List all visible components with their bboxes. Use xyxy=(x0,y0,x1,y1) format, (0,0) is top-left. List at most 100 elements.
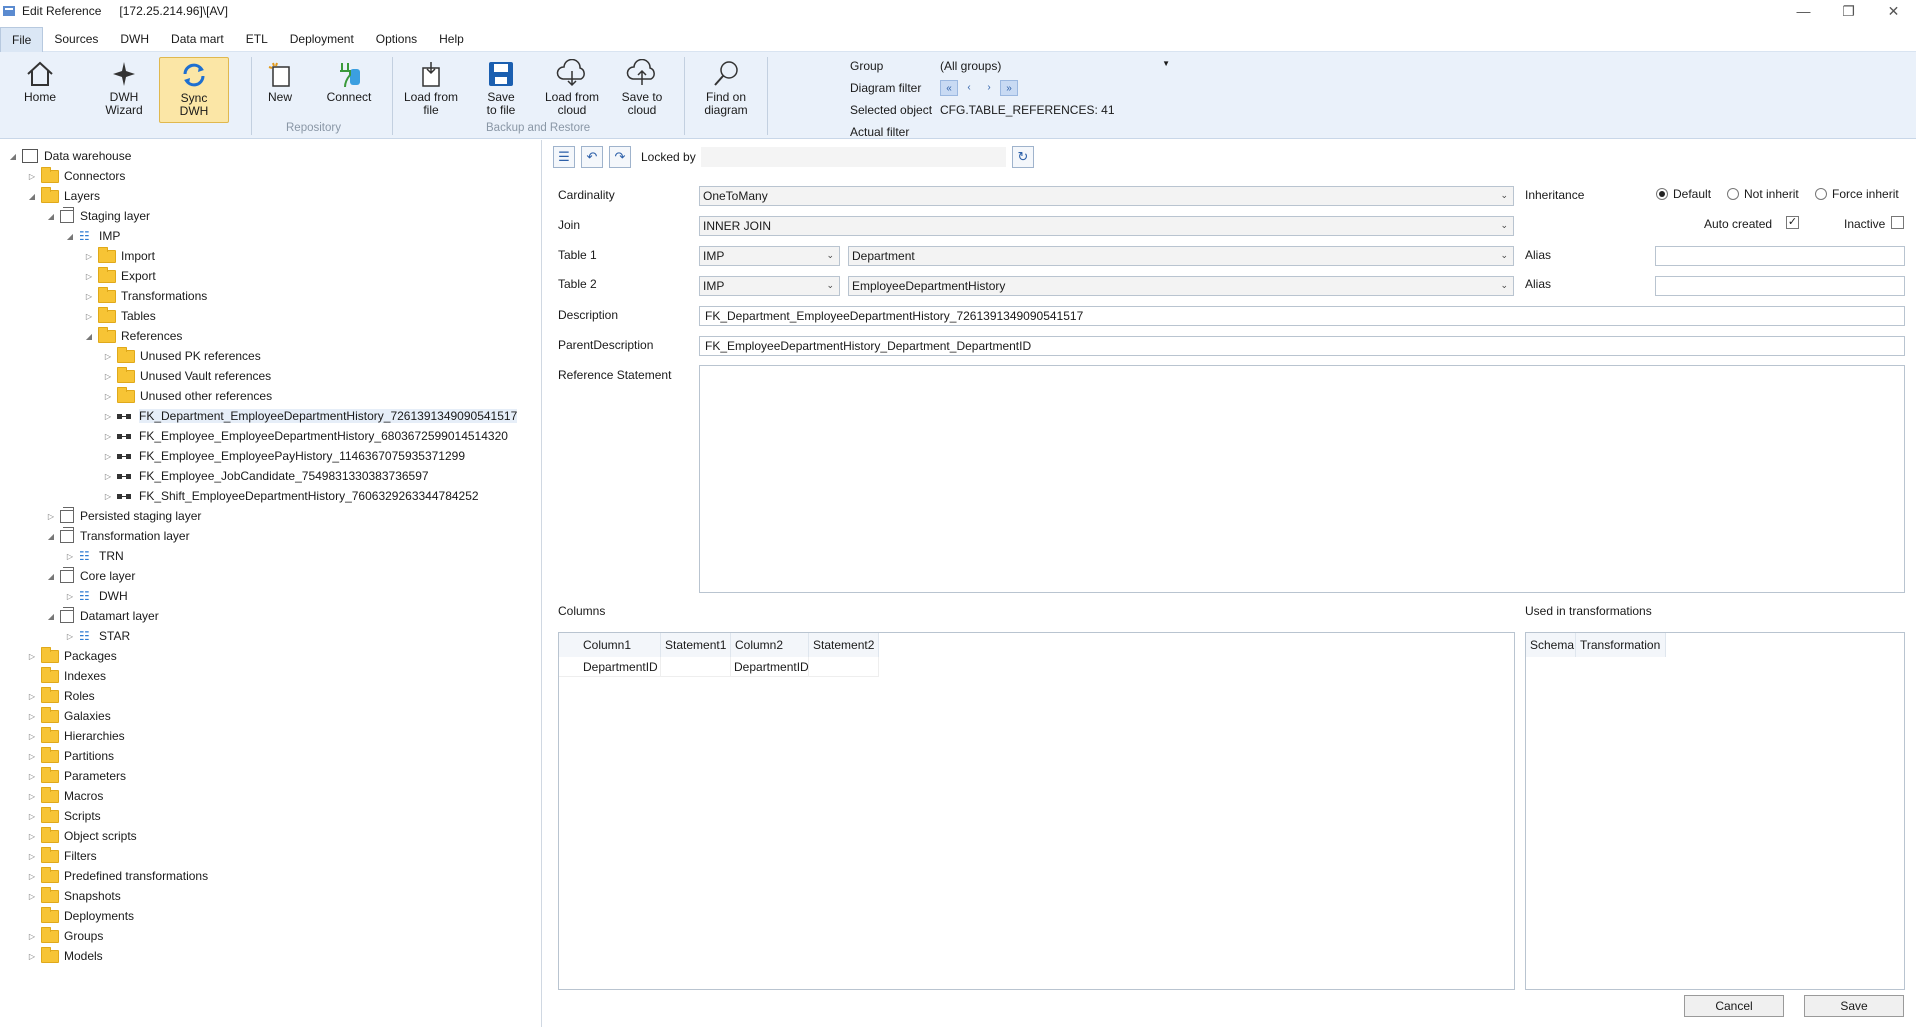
radio-default[interactable]: Default xyxy=(1656,187,1711,201)
list-view-icon[interactable]: ☰ xyxy=(553,146,575,168)
refresh-icon[interactable]: ↻ xyxy=(1012,146,1034,168)
table-row[interactable]: DepartmentID DepartmentID xyxy=(559,657,879,677)
tree-node[interactable]: ▷ FK_Shift_EmployeeDepartmentHistory_7606… xyxy=(103,487,479,505)
expand-icon[interactable]: ▷ xyxy=(27,792,37,801)
tree-node[interactable]: ▷ FK_Employee_JobCandidate_75498313303837… xyxy=(103,467,429,485)
expand-icon[interactable]: ▷ xyxy=(103,372,113,381)
expand-icon[interactable]: ▷ xyxy=(27,172,37,181)
alias2-input[interactable] xyxy=(1655,276,1905,296)
expand-icon[interactable]: ▷ xyxy=(84,272,94,281)
tree-node[interactable]: ▷ Galaxies xyxy=(27,706,111,725)
expand-icon[interactable]: ▷ xyxy=(46,512,56,521)
table-cell[interactable] xyxy=(661,657,731,677)
expand-icon[interactable]: ▷ xyxy=(27,692,37,701)
column-header[interactable]: Transformation xyxy=(1576,633,1666,657)
collapse-icon[interactable]: ◢ xyxy=(46,532,56,541)
new-button[interactable]: New xyxy=(260,57,300,104)
collapse-icon[interactable]: ◢ xyxy=(84,332,94,341)
inactive-checkbox[interactable] xyxy=(1891,216,1904,229)
save-to-cloud-button[interactable]: Save to cloud xyxy=(614,57,670,117)
expand-icon[interactable]: ▷ xyxy=(27,732,37,741)
tree-node[interactable]: ▷ Export xyxy=(84,266,156,285)
menu-file[interactable]: File xyxy=(0,26,44,52)
collapse-icon[interactable]: ◢ xyxy=(8,152,18,161)
tree-node[interactable]: ▷ Packages xyxy=(27,646,117,665)
expand-icon[interactable]: ▷ xyxy=(27,852,37,861)
tree-node[interactable]: ▷ Roles xyxy=(27,686,95,705)
menu-options[interactable]: Options xyxy=(365,27,428,52)
tree-node[interactable]: ◢ Data warehouse xyxy=(8,147,131,165)
tree-node[interactable]: ▷ Transformations xyxy=(84,286,207,305)
tree-node[interactable]: ▷ ☷ TRN xyxy=(65,547,124,565)
expand-icon[interactable]: ▷ xyxy=(27,872,37,881)
save-to-file-button[interactable]: Save to file xyxy=(476,57,526,117)
connect-button[interactable]: Connect xyxy=(324,57,374,104)
group-select[interactable]: (All groups) ▼ xyxy=(940,59,1170,73)
sync-dwh-button[interactable]: Sync DWH xyxy=(159,57,229,123)
tree-node[interactable]: ▷ Hierarchies xyxy=(27,726,125,745)
menu-sources[interactable]: Sources xyxy=(43,27,109,52)
dwh-wizard-button[interactable]: DWH Wizard xyxy=(98,57,150,117)
save-button[interactable]: Save xyxy=(1804,995,1904,1017)
tree-node[interactable]: ▷ Scripts xyxy=(27,806,101,825)
collapse-icon[interactable]: ◢ xyxy=(65,232,75,241)
auto-created-checkbox[interactable]: ✓ xyxy=(1786,216,1799,229)
column-header[interactable]: Column1 xyxy=(559,633,661,657)
tree-node[interactable]: ▷ Predefined transformations xyxy=(27,866,208,885)
menu-deployment[interactable]: Deployment xyxy=(279,27,365,52)
tree-node[interactable]: Deployments xyxy=(27,906,134,925)
column-header[interactable]: Schema xyxy=(1526,633,1576,657)
tree-node[interactable]: ▷ Unused PK references xyxy=(103,346,261,365)
find-on-diagram-button[interactable]: Find on diagram xyxy=(696,57,756,117)
tree-node[interactable]: ▷ Import xyxy=(84,246,155,265)
menu-etl[interactable]: ETL xyxy=(235,27,279,52)
join-select[interactable]: INNER JOIN ⌄ xyxy=(699,216,1514,236)
parent-description-input[interactable]: FK_EmployeeDepartmentHistory_Department_… xyxy=(699,336,1905,356)
tree-node[interactable]: ▷ Connectors xyxy=(27,166,125,185)
table1-schema-select[interactable]: IMP ⌄ xyxy=(699,246,840,266)
expand-icon[interactable]: ▷ xyxy=(27,772,37,781)
next-icon[interactable]: › xyxy=(980,80,998,96)
tree-node[interactable]: ◢ Datamart layer xyxy=(46,606,159,625)
load-from-cloud-button[interactable]: Load from cloud xyxy=(540,57,604,117)
expand-icon[interactable]: ▷ xyxy=(27,932,37,941)
undo-icon[interactable]: ↶ xyxy=(581,146,603,168)
tree-node[interactable]: ▷ Macros xyxy=(27,786,103,805)
expand-icon[interactable]: ▷ xyxy=(27,712,37,721)
radio-not-inherit[interactable]: Not inherit xyxy=(1727,187,1799,201)
expand-icon[interactable]: ▷ xyxy=(65,632,75,641)
expand-icon[interactable]: ▷ xyxy=(65,552,75,561)
table-cell[interactable]: DepartmentID xyxy=(731,657,809,677)
tree-node[interactable]: ▷ ☷ DWH xyxy=(65,587,128,605)
tree-node[interactable]: ▷ Parameters xyxy=(27,766,126,785)
tree-node[interactable]: ▷ Tables xyxy=(84,306,156,325)
load-from-file-button[interactable]: Load from file xyxy=(401,57,461,117)
tree-node[interactable]: ▷ FK_Employee_EmployeeDepartmentHistory_6… xyxy=(103,427,508,445)
minimize-icon[interactable]: — xyxy=(1781,0,1826,22)
alias1-input[interactable] xyxy=(1655,246,1905,266)
column-header[interactable]: Statement2 xyxy=(809,633,879,657)
expand-icon[interactable]: ▷ xyxy=(103,352,113,361)
expand-icon[interactable]: ▷ xyxy=(103,432,113,441)
collapse-icon[interactable]: ◢ xyxy=(27,192,37,201)
expand-icon[interactable]: ▷ xyxy=(27,652,37,661)
expand-icon[interactable]: ▷ xyxy=(84,292,94,301)
expand-icon[interactable]: ▷ xyxy=(27,812,37,821)
last-icon[interactable]: » xyxy=(1000,80,1018,96)
menu-data-mart[interactable]: Data mart xyxy=(160,27,235,52)
tree-node[interactable]: ◢ References xyxy=(84,326,182,345)
table-cell[interactable]: DepartmentID xyxy=(559,657,661,677)
radio-force-inherit[interactable]: Force inherit xyxy=(1815,187,1899,201)
tree-node[interactable]: ◢ Staging layer xyxy=(46,206,150,225)
expand-icon[interactable]: ▷ xyxy=(65,592,75,601)
expand-icon[interactable]: ▷ xyxy=(84,312,94,321)
tree-node[interactable]: ▷ FK_Employee_EmployeePayHistory_11463670… xyxy=(103,447,465,465)
tree-node[interactable]: ▷ Groups xyxy=(27,926,103,945)
collapse-icon[interactable]: ◢ xyxy=(46,612,56,621)
tree-node[interactable]: ▷ FK_Department_EmployeeDepartmentHistory… xyxy=(103,407,518,425)
table-cell[interactable] xyxy=(809,657,879,677)
tree-node[interactable]: Indexes xyxy=(27,666,106,685)
first-icon[interactable]: « xyxy=(940,80,958,96)
redo-icon[interactable]: ↷ xyxy=(609,146,631,168)
expand-icon[interactable]: ▷ xyxy=(84,252,94,261)
